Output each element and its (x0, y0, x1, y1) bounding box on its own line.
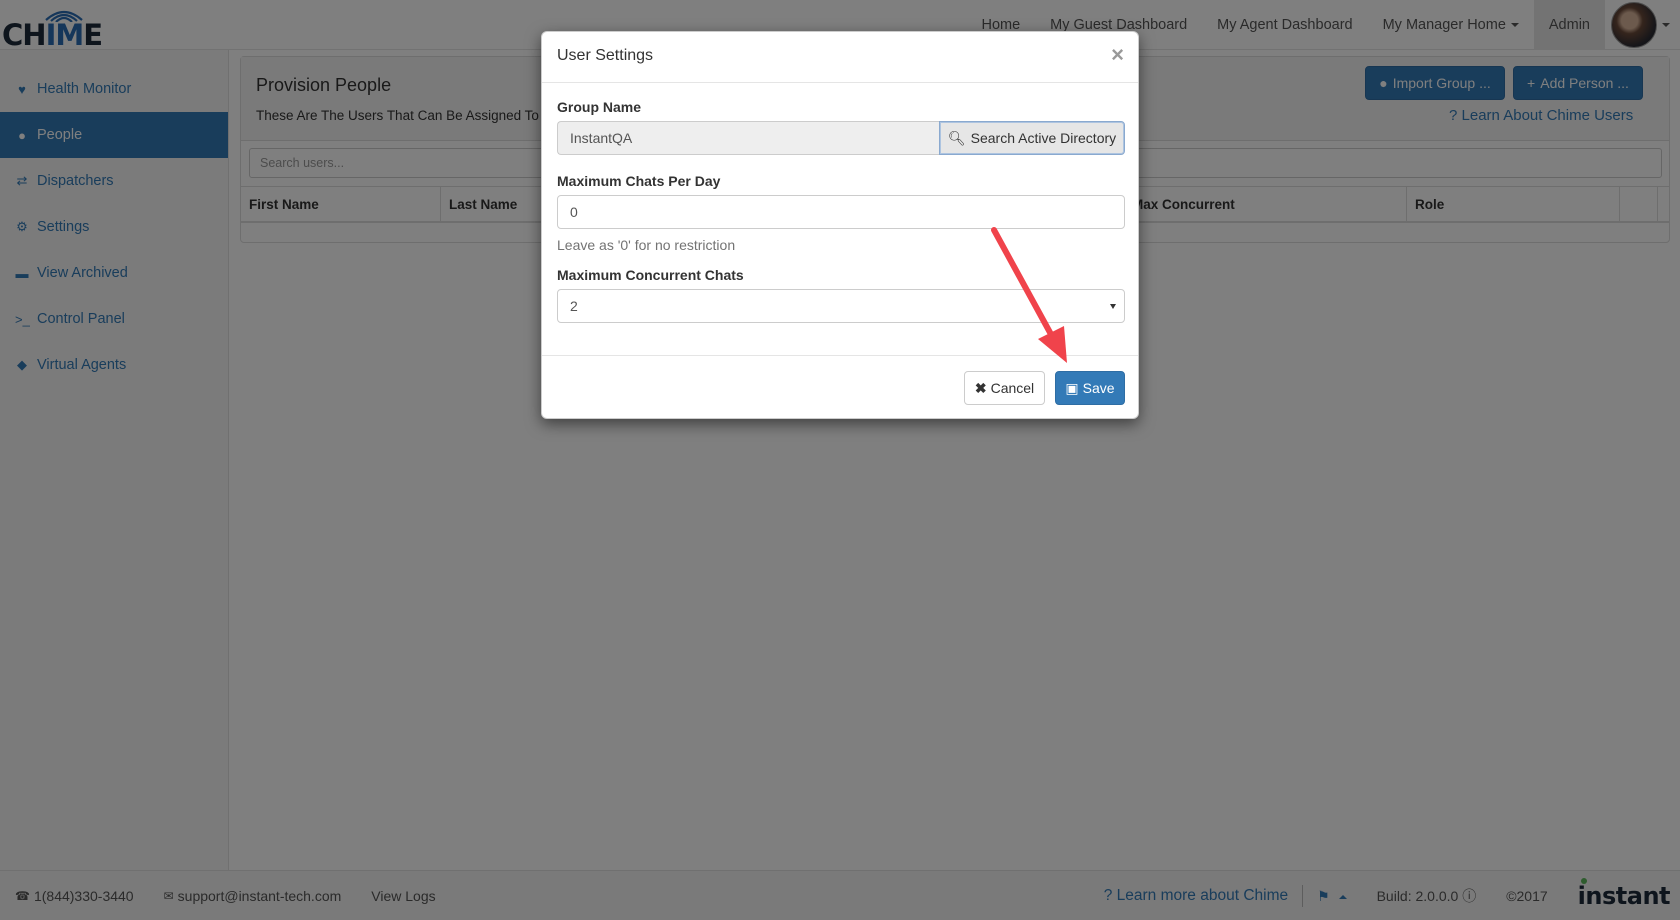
annotation-arrow-icon (991, 227, 1067, 363)
cancel-button[interactable]: ✖ Cancel (964, 371, 1045, 405)
group-name-label: Group Name (557, 99, 642, 115)
close-icon[interactable]: × (1111, 44, 1124, 66)
times-icon: ✖ (974, 379, 987, 396)
modal-title: User Settings (557, 47, 654, 64)
max-concurrent-label: Maximum Concurrent Chats (557, 267, 744, 283)
floppy-disk-icon: ▣ (1065, 379, 1079, 396)
modal-header: User Settings × (542, 32, 1138, 83)
max-chats-label: Maximum Chats Per Day (557, 173, 721, 189)
group-name-field[interactable]: InstantQA (557, 121, 940, 155)
caret-down-icon (1110, 304, 1116, 309)
search-icon: 🔍︎ (947, 129, 966, 146)
save-label: Save (1082, 380, 1115, 396)
search-active-directory-button[interactable]: 🔍︎ Search Active Directory (939, 121, 1125, 155)
save-button[interactable]: ▣ Save (1055, 371, 1125, 405)
max-concurrent-value: 2 (570, 298, 578, 314)
cancel-label: Cancel (990, 380, 1035, 396)
max-chats-help: Leave as '0' for no restriction (557, 237, 736, 253)
search-active-directory-label: Search Active Directory (970, 130, 1117, 146)
